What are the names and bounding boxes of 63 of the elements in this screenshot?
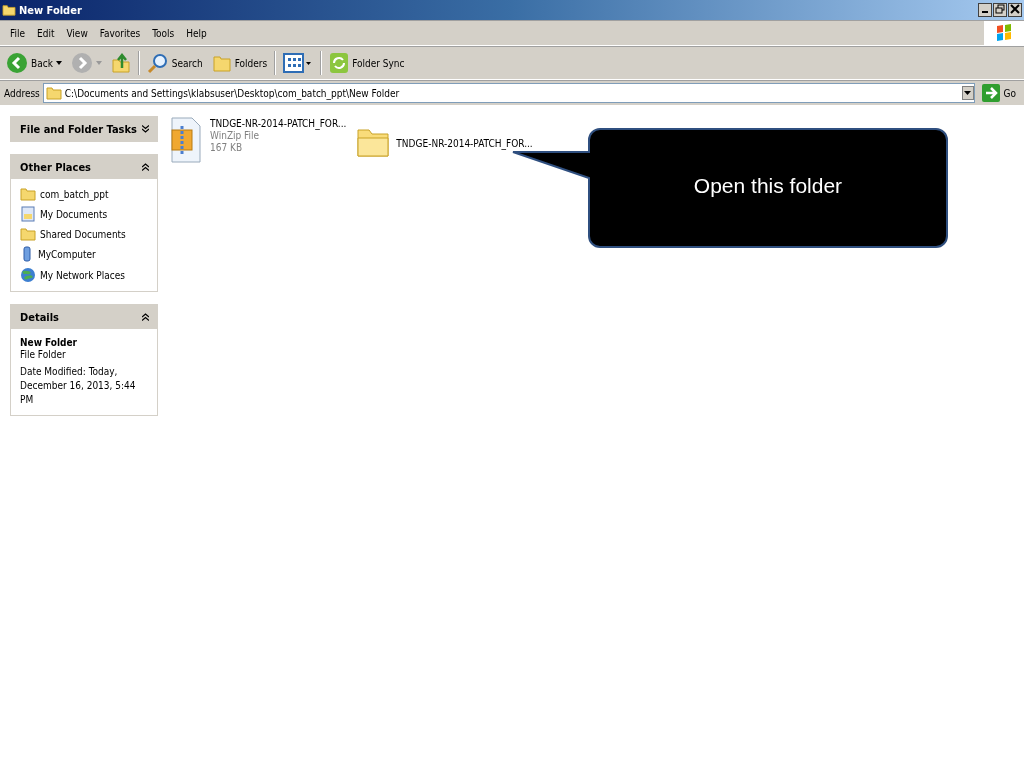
minimize-button[interactable] <box>978 3 992 17</box>
back-button[interactable]: Back <box>2 50 66 76</box>
place-link[interactable]: My Documents <box>20 206 148 222</box>
pane-title: File and Folder Tasks <box>20 122 137 136</box>
item-name: New Folder <box>20 337 79 348</box>
caret-icon <box>95 61 102 65</box>
address-label: Address <box>4 87 40 99</box>
pane-title: Other Places <box>20 160 92 174</box>
item-type: File Folder <box>20 349 67 360</box>
menu-item[interactable]: View <box>60 25 94 41</box>
folder-sync-button[interactable]: Folder Sync <box>325 50 409 76</box>
close-button[interactable] <box>1008 3 1022 17</box>
go-button[interactable]: Go <box>977 84 1020 102</box>
pane-header[interactable]: Other Places <box>11 155 157 179</box>
folder-icon <box>20 227 36 241</box>
caret-icon <box>55 61 62 65</box>
place-link[interactable]: My Network Places <box>20 267 148 283</box>
chevron-icon[interactable] <box>142 125 149 133</box>
minimize-icon <box>982 11 988 13</box>
restore-icon <box>995 4 1005 14</box>
callout-text: Open this folder <box>693 174 843 198</box>
file-type: WinZip File <box>210 130 261 141</box>
dropdown-button[interactable] <box>961 86 974 100</box>
window-title: New Folder <box>19 3 82 17</box>
caret-icon <box>964 91 971 95</box>
pane-header[interactable]: File and Folder Tasks <box>11 117 157 141</box>
menu-item[interactable]: Favorites <box>93 25 147 41</box>
menu-item[interactable]: File <box>4 25 31 41</box>
folder-entry[interactable]: TNDGE-NR-2014-PATCH_FOR... <box>356 126 533 158</box>
search-button[interactable]: Search <box>142 50 207 76</box>
pane-title: Details <box>20 310 59 324</box>
archive-entry[interactable]: TNDGE-NR-2014-PATCH_FOR... WinZip File 167 KB <box>168 116 347 164</box>
file-name: TNDGE-NR-2014-PATCH_FOR... <box>210 118 347 129</box>
folder-icon <box>356 126 391 158</box>
address-field[interactable]: C:\Documents and Settings\klabsuser\Desktop\com_batch_ppt\New Folder <box>42 83 975 103</box>
grid-view-icon <box>283 52 314 74</box>
file-size: 167 KB <box>210 142 244 153</box>
restore-button[interactable] <box>993 3 1007 17</box>
search-icon <box>146 52 169 74</box>
windows-logo-icon <box>984 21 1024 45</box>
place-link[interactable]: Shared Documents <box>20 227 148 241</box>
close-icon <box>1010 4 1020 14</box>
folder-icon <box>45 86 62 100</box>
document-icon <box>20 206 36 222</box>
chevron-icon[interactable] <box>142 163 149 171</box>
network-globe-icon <box>20 267 36 283</box>
pane-header[interactable]: Details <box>11 305 157 329</box>
sync-icon <box>329 52 350 74</box>
folder-icon <box>211 53 232 73</box>
menu-item[interactable]: Tools <box>146 25 181 41</box>
date-modified-text: Date Modified: Today, December 16, 2013, 5:44 PM <box>20 365 137 407</box>
go-arrow-icon <box>981 84 1000 102</box>
menu-item[interactable]: Edit <box>31 25 61 41</box>
place-link[interactable]: MyComputer <box>20 246 148 262</box>
file-name: TNDGE-NR-2014-PATCH_FOR... <box>396 138 533 149</box>
chevron-icon[interactable] <box>142 313 149 321</box>
folder-icon <box>2 4 16 16</box>
place-link[interactable]: com_batch_ppt <box>20 187 148 201</box>
menu-item[interactable]: Help <box>180 25 213 41</box>
archive-file-icon <box>168 116 204 164</box>
folders-button[interactable]: Folders <box>207 51 272 75</box>
folder-up-icon <box>110 52 131 74</box>
folder-icon <box>20 187 36 201</box>
